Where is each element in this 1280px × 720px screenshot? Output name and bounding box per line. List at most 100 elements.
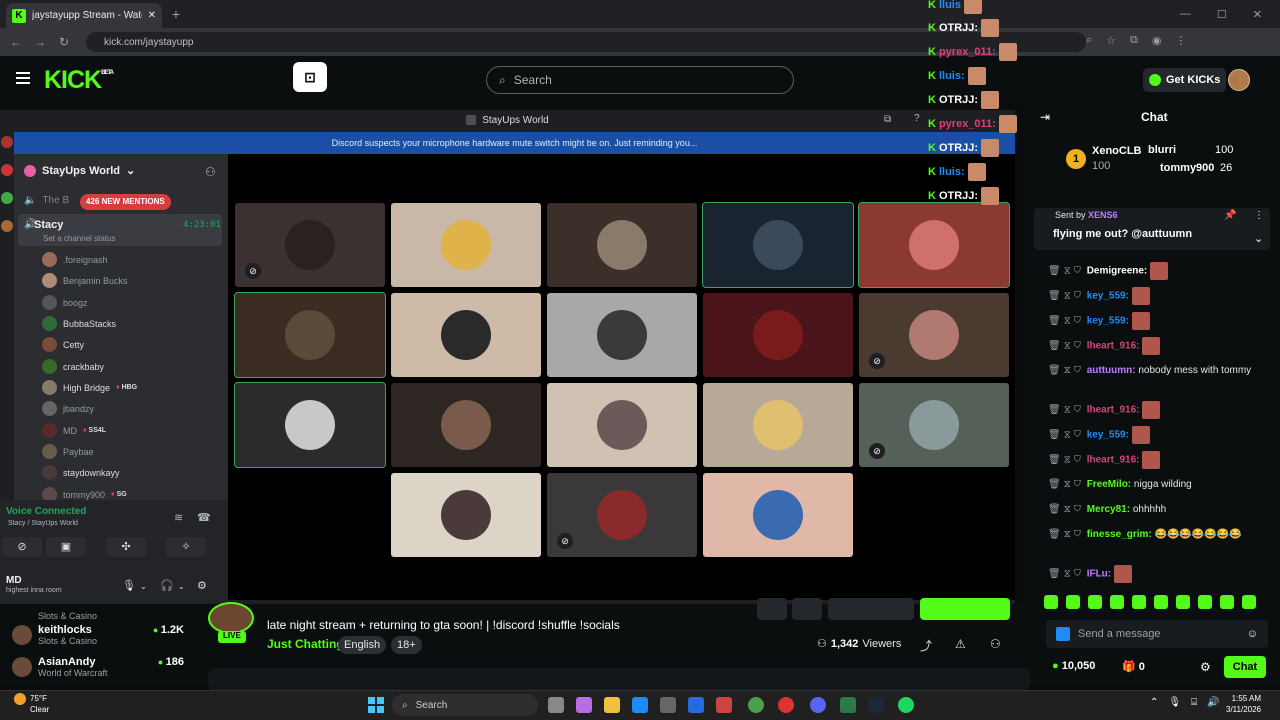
pin-icon[interactable]: 📌: [1224, 210, 1236, 221]
screen-share-icon[interactable]: ▣: [46, 537, 86, 557]
emote-icon[interactable]: [1176, 595, 1190, 609]
video-tile[interactable]: [234, 292, 386, 378]
soundboard-icon[interactable]: ✧: [166, 537, 206, 557]
headphones-chevron-icon[interactable]: ⌄: [178, 582, 185, 591]
chat-message[interactable]: 🗑⧖⛉ key_559:: [1048, 287, 1270, 305]
video-tile[interactable]: [703, 293, 853, 377]
activities-icon[interactable]: ✣: [106, 537, 146, 557]
emote-icon[interactable]: [1198, 595, 1212, 609]
video-tile[interactable]: ⊘: [859, 383, 1009, 467]
video-tile[interactable]: ⊘: [547, 473, 697, 557]
dropdown-button[interactable]: [792, 598, 822, 620]
emote-icon[interactable]: [1242, 595, 1256, 609]
new-tab-button[interactable]: +: [168, 6, 184, 22]
mic-tray-icon[interactable]: 🎙: [1168, 697, 1181, 708]
new-mentions-badge[interactable]: 426 NEW MENTIONS: [80, 194, 171, 210]
video-tile[interactable]: [858, 202, 1010, 288]
browser-tab[interactable]: K jaystayupp Stream - Watch Live ✕: [6, 3, 162, 28]
gift-count[interactable]: 🎁 0: [1122, 660, 1145, 673]
add-member-icon[interactable]: ⚇: [205, 165, 216, 179]
close-window-icon[interactable]: ✕: [1253, 8, 1262, 21]
mod-actions-icon[interactable]: 🗑⧖⛉: [1048, 316, 1084, 327]
xbox-icon[interactable]: [840, 697, 856, 713]
app-icon[interactable]: [716, 697, 732, 713]
emote-icon[interactable]: [1110, 595, 1124, 609]
disconnect-icon[interactable]: ☎: [197, 511, 211, 524]
server-dot[interactable]: [1, 220, 13, 232]
emote-icon[interactable]: [1154, 595, 1168, 609]
discord-icon[interactable]: [810, 697, 826, 713]
voice-user[interactable]: Benjamin Bucks: [42, 273, 128, 288]
report-icon[interactable]: ⚠: [955, 637, 966, 651]
streamer-avatar[interactable]: [208, 602, 254, 634]
popout-icon[interactable]: ⧉: [884, 114, 891, 125]
close-tab-icon[interactable]: ✕: [148, 10, 156, 21]
mic-chevron-icon[interactable]: ⌄: [140, 582, 147, 591]
headphones-icon[interactable]: 🎧: [160, 579, 174, 592]
chat-message[interactable]: 🗑⧖⛉ key_559:: [1048, 426, 1270, 444]
send-chat-button[interactable]: Chat: [1224, 656, 1266, 678]
help-icon[interactable]: ?: [914, 113, 920, 124]
voice-channel-above[interactable]: 🔈 The B: [24, 195, 69, 206]
chat-username[interactable]: key_559:: [1087, 430, 1129, 441]
opera-icon[interactable]: [778, 697, 794, 713]
voice-channel-path[interactable]: Stacy / StayUps World: [8, 520, 78, 527]
chat-message[interactable]: 🗑⧖⛉ Demigreene:: [1048, 262, 1270, 280]
emote-icon[interactable]: [1088, 595, 1102, 609]
stream-category[interactable]: Just Chatting: [267, 637, 344, 651]
server-dot[interactable]: [1, 164, 13, 176]
spotify-icon[interactable]: [898, 697, 914, 713]
expand-chevron-icon[interactable]: ⌄: [1254, 232, 1263, 245]
sidebar-channel[interactable]: AsianAndyWorld of Warcraft 186: [12, 656, 192, 678]
chat-message-input[interactable]: Send a message ☺: [1046, 620, 1268, 648]
voice-user[interactable]: staydownkayy: [42, 465, 120, 480]
server-dot[interactable]: [1, 192, 13, 204]
video-tile[interactable]: [234, 382, 386, 468]
chat-settings-icon[interactable]: ⚙: [1200, 660, 1211, 674]
chat-message[interactable]: 🗑⧖⛉ lheart_916:: [1048, 451, 1270, 469]
chat-username[interactable]: FreeMilo:: [1087, 479, 1131, 490]
task-view-icon[interactable]: [548, 697, 564, 713]
minimize-icon[interactable]: —: [1180, 8, 1191, 20]
search-input[interactable]: ⌕ Search: [486, 66, 794, 94]
mod-actions-icon[interactable]: 🗑⧖⛉: [1048, 504, 1084, 515]
follow-icon[interactable]: ⚇: [990, 637, 1001, 651]
start-windows-icon[interactable]: [368, 697, 384, 713]
chat-username[interactable]: lheart_916:: [1087, 341, 1140, 352]
channel-status-hint[interactable]: Set a channel status: [43, 234, 116, 243]
weather-widget[interactable]: 75°F Clear: [14, 693, 49, 715]
steam-icon[interactable]: [868, 697, 884, 713]
settings-gear-icon[interactable]: ⚙: [197, 579, 207, 592]
tray-chevron-icon[interactable]: ⌃: [1150, 697, 1158, 708]
video-tile[interactable]: [547, 293, 697, 377]
mod-actions-icon[interactable]: 🗑⧖⛉: [1048, 291, 1084, 302]
kick-logo[interactable]: KICKBETA: [44, 66, 114, 95]
chat-username[interactable]: auttuumn:: [1087, 365, 1136, 376]
voice-user[interactable]: BubbaStacks: [42, 316, 116, 331]
voice-user[interactable]: Cetty: [42, 337, 84, 352]
channel-points[interactable]: ● 10,050: [1052, 660, 1095, 672]
video-tile[interactable]: [391, 383, 541, 467]
menu-dots-icon[interactable]: ⋮: [1176, 34, 1187, 47]
mod-actions-icon[interactable]: 🗑⧖⛉: [1048, 479, 1084, 490]
chat-username[interactable]: Demigreene:: [1087, 266, 1148, 277]
video-tile[interactable]: ⊘: [235, 203, 385, 287]
mail-icon[interactable]: [688, 697, 704, 713]
chat-message[interactable]: 🗑⧖⛉ key_559:: [1048, 312, 1270, 330]
maximize-icon[interactable]: ☐: [1217, 8, 1227, 21]
volume-icon[interactable]: 🔊: [1207, 697, 1219, 708]
video-tile[interactable]: [703, 473, 853, 557]
zoom-icon[interactable]: ⌕: [1086, 34, 1092, 47]
app-launcher-icon[interactable]: ⊡: [293, 62, 327, 92]
noise-suppression-icon[interactable]: ≋: [174, 511, 183, 524]
video-tile[interactable]: [391, 293, 541, 377]
clock[interactable]: 1:55 AM 3/11/2026: [1226, 693, 1261, 715]
profile-icon[interactable]: ◉: [1152, 34, 1162, 47]
emoji-icon[interactable]: ☺: [1247, 628, 1258, 640]
voice-user[interactable]: MD SS4L: [42, 423, 106, 438]
network-icon[interactable]: ⌸: [1191, 697, 1197, 708]
gift-subs-button[interactable]: [828, 598, 914, 620]
voice-user[interactable]: crackbaby: [42, 359, 104, 374]
chat-username[interactable]: Mercy81:: [1087, 504, 1130, 515]
notification-button[interactable]: [757, 598, 787, 620]
